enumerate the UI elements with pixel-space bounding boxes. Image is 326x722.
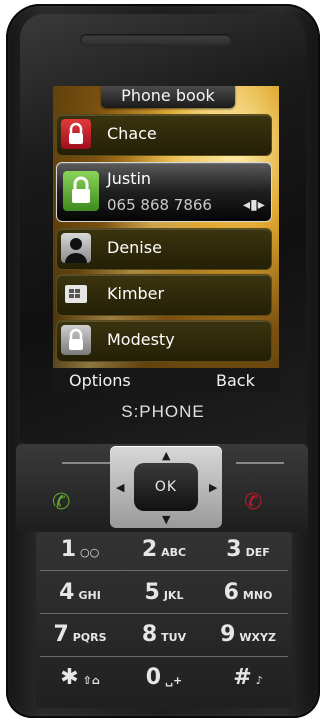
ok-button[interactable]: OK <box>134 463 198 511</box>
contact-name: Modesty <box>107 330 175 349</box>
up-arrow-icon[interactable]: ▲ <box>162 449 170 462</box>
key-1[interactable]: 1 ○○ <box>38 530 122 570</box>
contact-item[interactable]: Kimber <box>56 274 272 316</box>
key-0[interactable]: 0 ␣+ <box>122 658 206 698</box>
right-arrow-icon[interactable]: ▶ <box>209 481 217 494</box>
green-lock-icon <box>63 171 99 211</box>
key-6[interactable]: 6 MNO <box>206 573 290 613</box>
right-softkey-button[interactable] <box>236 462 284 464</box>
contact-name: Denise <box>107 238 162 257</box>
key-8[interactable]: 8 TUV <box>122 615 206 655</box>
keypad-divider <box>40 570 288 571</box>
lock-icon <box>61 325 91 355</box>
left-softkey-button[interactable] <box>62 462 110 464</box>
contact-item[interactable]: Modesty <box>56 320 272 362</box>
sim-card-icon <box>61 279 91 309</box>
back-softkey[interactable]: Back <box>216 370 255 392</box>
end-call-icon[interactable]: ✆ <box>244 490 262 515</box>
contact-item-selected[interactable]: Justin 065 868 7866 ◂▮▸ <box>56 162 272 222</box>
keypad-divider <box>40 613 288 614</box>
brand-logo: S:PHONE <box>121 402 205 421</box>
key-5[interactable]: 5 JKL <box>122 573 206 613</box>
screen-title: Phone book <box>101 86 235 108</box>
down-arrow-icon[interactable]: ▼ <box>162 513 170 526</box>
keypad-divider <box>40 656 288 657</box>
contact-item[interactable]: Chace <box>56 114 272 156</box>
key-2[interactable]: 2 ABC <box>122 530 206 570</box>
phone-screen: Phone book Chace Justin 065 868 7866 ◂▮▸… <box>53 86 279 392</box>
key-4[interactable]: 4 GHI <box>38 573 122 613</box>
key-hash[interactable]: # ♪ <box>206 658 290 698</box>
key-star[interactable]: ✱ ⇧⌂ <box>38 658 122 698</box>
contact-item[interactable]: Denise <box>56 228 272 270</box>
red-lock-icon <box>61 119 91 149</box>
contact-name: Kimber <box>107 284 165 303</box>
key-9[interactable]: 9 WXYZ <box>206 615 290 655</box>
key-3[interactable]: 3 DEF <box>206 530 290 570</box>
person-silhouette-icon <box>61 233 91 263</box>
speaker-grille <box>80 34 232 46</box>
key-7[interactable]: 7 PQRS <box>38 615 122 655</box>
contact-number: 065 868 7866 <box>107 196 212 214</box>
contact-name: Chace <box>107 124 157 143</box>
call-icon[interactable]: ✆ <box>52 490 70 515</box>
phone-type-icon: ◂▮▸ <box>243 197 265 213</box>
left-arrow-icon[interactable]: ◀ <box>116 481 124 494</box>
contact-name: Justin <box>107 169 152 188</box>
options-softkey[interactable]: Options <box>69 370 131 392</box>
